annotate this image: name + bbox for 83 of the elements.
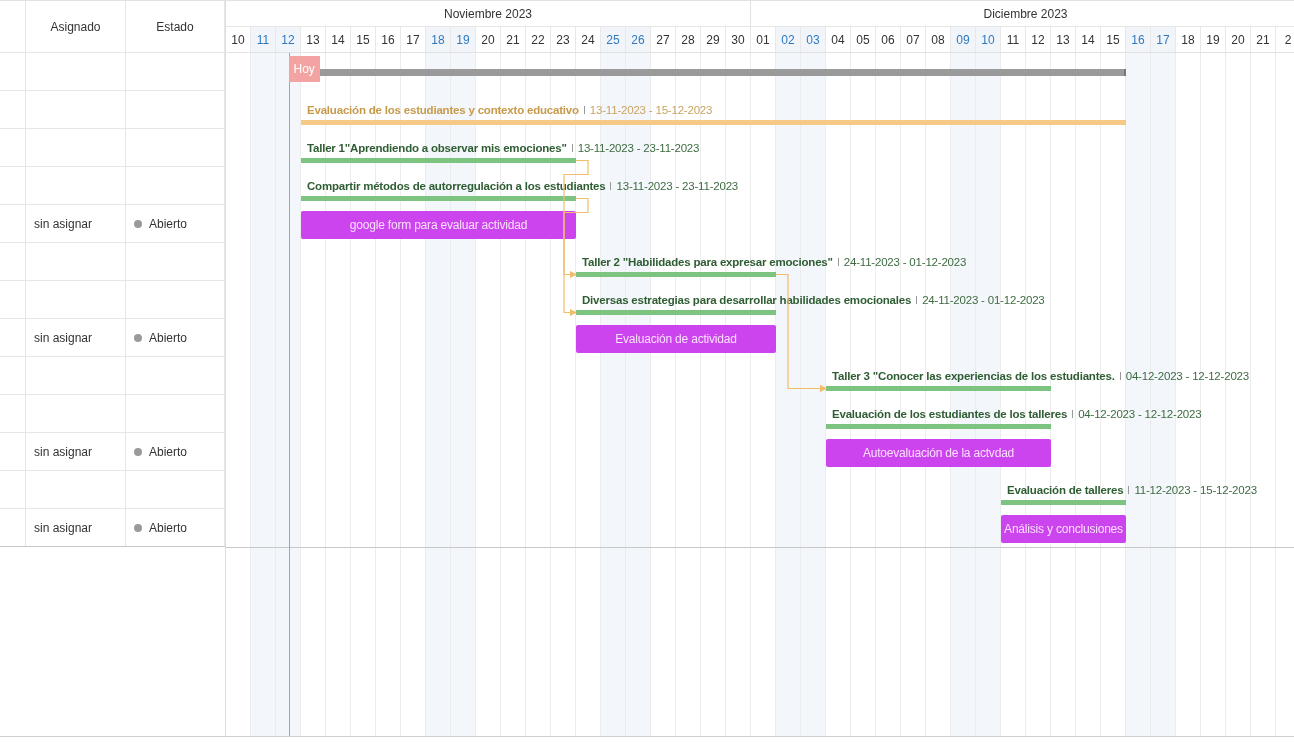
status-text: Abierto xyxy=(149,520,188,535)
day-label: 12 xyxy=(276,27,301,52)
day-label: 02 xyxy=(776,27,801,52)
task-bar[interactable]: Autoevaluación de la actvdad xyxy=(826,439,1051,467)
day-label: 07 xyxy=(901,27,926,52)
day-label: 21 xyxy=(501,27,526,52)
status-text: Abierto xyxy=(149,330,188,345)
day-label: 28 xyxy=(676,27,701,52)
assignee-text: sin asignar xyxy=(34,330,93,345)
assignee-text: sin asignar xyxy=(34,520,93,535)
day-label: 13 xyxy=(1051,27,1076,52)
status-dot xyxy=(134,523,142,532)
day-label: 16 xyxy=(376,27,401,52)
day-label: 19 xyxy=(451,27,476,52)
status-dot xyxy=(134,219,142,228)
day-label: 14 xyxy=(1076,27,1101,52)
task-dates: 13-11-2023 - 23-11-2023 xyxy=(616,180,739,192)
day-label: 19 xyxy=(1201,27,1226,52)
task-dates: 13-11-2023 - 15-12-2023 xyxy=(589,104,713,116)
day-label: 27 xyxy=(651,27,676,52)
task-name: Compartir métodos de autorregulación a los estudiantes xyxy=(307,180,606,192)
task-bar[interactable]: Evaluación de actividad xyxy=(576,325,776,353)
task-name: Evaluación de los estudiantes y contexto educativo xyxy=(307,104,579,116)
day-label: 11 xyxy=(1001,27,1026,52)
summary-bar[interactable] xyxy=(301,196,576,201)
day-label: 03 xyxy=(801,27,826,52)
task-dates: 24-11-2023 - 01-12-2023 xyxy=(922,294,1045,306)
summary-bar[interactable] xyxy=(826,386,1051,391)
project-bar[interactable] xyxy=(319,68,1126,76)
month-label: Noviembre 2023 xyxy=(443,6,533,21)
day-label: 20 xyxy=(1226,27,1251,52)
task-dates: 04-12-2023 - 12-12-2023 xyxy=(1125,370,1249,382)
day-label: 17 xyxy=(1151,27,1176,52)
task-bar[interactable]: Análisis y conclusiones xyxy=(1001,515,1126,543)
task-dates: 24-11-2023 - 01-12-2023 xyxy=(843,256,967,268)
status-dot xyxy=(134,333,142,342)
day-label: 16 xyxy=(1126,27,1151,52)
day-label: 14 xyxy=(326,27,351,52)
day-label: 05 xyxy=(851,27,876,52)
day-label: 15 xyxy=(351,27,376,52)
task-name: Taller 1"Aprendiendo a observar mis emociones" xyxy=(307,142,567,154)
assignee-text: sin asignar xyxy=(34,216,93,231)
status-dot xyxy=(134,447,142,456)
summary-bar[interactable] xyxy=(1001,500,1126,505)
day-label: 25 xyxy=(601,27,626,52)
day-label: 2 xyxy=(1276,27,1294,52)
summary-bar[interactable] xyxy=(576,310,776,315)
task-name: Taller 3 "Conocer las experiencias de los estudiantes. xyxy=(832,370,1115,382)
task-name: Diversas estrategias para desarrollar habilidades emocionales xyxy=(582,294,912,306)
day-label: 09 xyxy=(951,27,976,52)
column-header[interactable]: Estado xyxy=(156,19,194,34)
summary-bar[interactable] xyxy=(576,272,776,277)
task-dates: 04-12-2023 - 12-12-2023 xyxy=(1078,408,1202,420)
day-label: 11 xyxy=(251,27,276,52)
day-label: 29 xyxy=(701,27,726,52)
day-label: 12 xyxy=(1026,27,1051,52)
status-text: Abierto xyxy=(149,444,188,459)
status-text: Abierto xyxy=(149,216,188,231)
day-label: 20 xyxy=(476,27,501,52)
day-label: 04 xyxy=(826,27,851,52)
month-label: Diciembre 2023 xyxy=(983,6,1068,21)
day-label: 18 xyxy=(1176,27,1201,52)
day-label: 26 xyxy=(626,27,651,52)
day-label: 30 xyxy=(726,27,751,52)
today-marker: Hoy xyxy=(288,56,320,82)
task-name: Evaluación de los estudiantes de los talleres xyxy=(832,408,1068,420)
summary-bar[interactable] xyxy=(301,158,576,163)
task-dates: 11-12-2023 - 15-12-2023 xyxy=(1134,484,1257,496)
task-bar[interactable]: google form para evaluar actividad xyxy=(301,211,576,239)
task-name: Evaluación de talleres xyxy=(1007,484,1124,496)
assignee-text: sin asignar xyxy=(34,444,93,459)
column-header[interactable]: Asignado xyxy=(50,19,101,34)
day-label: 10 xyxy=(976,27,1001,52)
task-name: Taller 2 "Habilidades para expresar emociones" xyxy=(582,256,833,268)
summary-bar[interactable] xyxy=(826,424,1051,429)
day-label: 22 xyxy=(526,27,551,52)
day-label: 18 xyxy=(426,27,451,52)
day-label: 21 xyxy=(1251,27,1276,52)
day-label: 23 xyxy=(551,27,576,52)
group-bar[interactable] xyxy=(301,120,1126,125)
day-label: 13 xyxy=(301,27,326,52)
day-label: 06 xyxy=(876,27,901,52)
task-dates: 13-11-2023 - 23-11-2023 xyxy=(577,142,700,154)
